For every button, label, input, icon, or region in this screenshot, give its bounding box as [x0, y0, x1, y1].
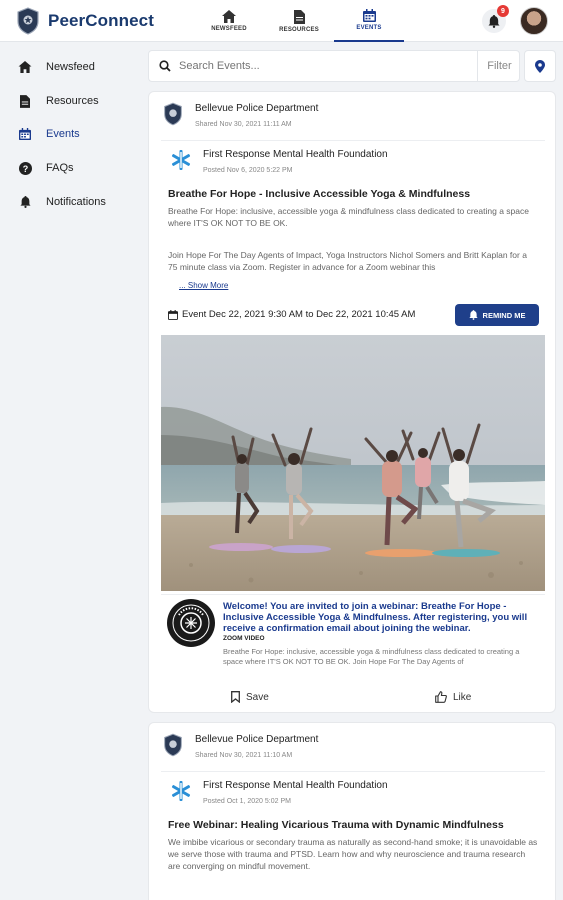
file-icon: [293, 9, 305, 24]
sharer-name[interactable]: Bellevue Police Department: [195, 103, 318, 114]
posted-date: Posted Oct 1, 2020 5:02 PM: [203, 798, 291, 805]
calendar-icon: [168, 309, 178, 320]
calendar-icon: [362, 9, 376, 22]
webinar-source: ZOOM VIDEO: [223, 635, 265, 642]
app-name: PeerConnect: [48, 11, 154, 30]
tab-newsfeed[interactable]: NEWSFEED: [194, 0, 264, 42]
like-button[interactable]: Like: [435, 691, 471, 703]
event-title[interactable]: Breathe For Hope - Inclusive Accessible …: [168, 188, 470, 200]
sidebar-item-label: Newsfeed: [46, 61, 95, 73]
thumbs-up-icon: [435, 691, 447, 703]
sidebar-item-newsfeed[interactable]: Newsfeed: [18, 58, 95, 76]
tab-resources-label: RESOURCES: [279, 26, 319, 33]
police-shield-icon: [164, 102, 182, 126]
notification-count-badge: 9: [497, 5, 509, 17]
sidebar: Newsfeed Resources Events ? FAQs Notific…: [0, 42, 142, 900]
tab-resources[interactable]: RESOURCES: [264, 0, 334, 42]
sidebar-item-label: Events: [46, 128, 80, 140]
home-icon: [222, 10, 236, 23]
event-description: We imbibe vicarious or secondary trauma …: [168, 837, 538, 871]
save-button[interactable]: Save: [231, 691, 269, 703]
map-marker-icon: [535, 59, 545, 73]
top-nav: NEWSFEED RESOURCES EVENTS: [194, 0, 404, 42]
remind-me-button[interactable]: REMIND ME: [455, 304, 539, 326]
bookmark-icon: [231, 691, 240, 703]
sidebar-item-label: Resources: [46, 95, 99, 107]
file-icon: [18, 94, 32, 108]
webinar-headline[interactable]: Welcome! You are invited to join a webin…: [223, 601, 535, 634]
breathe-for-hope-logo-icon: [167, 599, 215, 647]
sidebar-item-notifications[interactable]: Notifications: [18, 193, 106, 211]
calendar-icon: [18, 127, 32, 141]
location-button[interactable]: [524, 50, 556, 82]
shared-date: Shared Nov 30, 2021 11:11 AM: [195, 121, 292, 128]
svg-text:?: ?: [22, 164, 28, 174]
event-search-bar: Filter: [148, 50, 520, 82]
question-circle-icon: ?: [18, 161, 32, 175]
filter-button[interactable]: Filter: [477, 51, 521, 81]
show-more-link[interactable]: ... Show More: [179, 281, 228, 290]
sidebar-item-faqs[interactable]: ? FAQs: [18, 159, 74, 177]
tab-events[interactable]: EVENTS: [334, 0, 404, 42]
event-post-card: Bellevue Police Department Shared Nov 30…: [148, 91, 556, 713]
home-icon: [18, 60, 32, 74]
user-avatar[interactable]: [520, 7, 548, 35]
shared-date: Shared Nov 30, 2021 11:10 AM: [195, 752, 293, 759]
sidebar-item-label: FAQs: [46, 162, 74, 174]
police-shield-logo-icon: [17, 7, 39, 35]
webinar-link-preview[interactable]: Welcome! You are invited to join a webin…: [161, 594, 545, 672]
webinar-description: Breathe For Hope: inclusive, accessible …: [223, 647, 520, 666]
sidebar-item-label: Notifications: [46, 196, 106, 208]
event-date: Event Dec 22, 2021 9:30 AM to Dec 22, 20…: [168, 309, 415, 320]
save-label: Save: [246, 691, 269, 703]
event-post-card: Bellevue Police Department Shared Nov 30…: [148, 722, 556, 900]
event-title[interactable]: Free Webinar: Healing Vicarious Trauma w…: [168, 819, 504, 831]
search-icon: [159, 60, 171, 72]
like-label: Like: [453, 691, 472, 703]
bell-icon: [488, 14, 500, 28]
event-date-text: Event Dec 22, 2021 9:30 AM to Dec 22, 20…: [182, 309, 416, 320]
sharer-name[interactable]: Bellevue Police Department: [195, 734, 318, 745]
event-description-more: Join Hope For The Day Agents of Impact, …: [168, 250, 527, 272]
bell-icon: [18, 195, 32, 209]
sidebar-item-resources[interactable]: Resources: [18, 92, 99, 110]
police-shield-icon: [164, 733, 182, 757]
org-name[interactable]: First Response Mental Health Foundation: [203, 780, 388, 791]
tab-newsfeed-label: NEWSFEED: [211, 26, 247, 32]
top-bar: PeerConnect NEWSFEED RESOURCES EVENTS 9: [0, 0, 563, 42]
bell-icon: [468, 310, 478, 320]
tab-events-label: EVENTS: [356, 25, 382, 31]
brand[interactable]: PeerConnect: [16, 7, 154, 35]
posted-date: Posted Nov 6, 2020 5:22 PM: [203, 167, 293, 174]
beach-yoga-photo[interactable]: [161, 335, 545, 591]
star-of-life-logo-icon: [171, 150, 191, 170]
remind-me-label: REMIND ME: [482, 310, 526, 320]
search-input[interactable]: [179, 60, 459, 72]
star-of-life-logo-icon: [171, 781, 191, 801]
org-name[interactable]: First Response Mental Health Foundation: [203, 149, 388, 160]
event-description: Breathe For Hope: inclusive, accessible …: [168, 206, 529, 228]
sidebar-item-events[interactable]: Events: [18, 125, 80, 143]
post-actions: Save Like: [149, 684, 555, 712]
